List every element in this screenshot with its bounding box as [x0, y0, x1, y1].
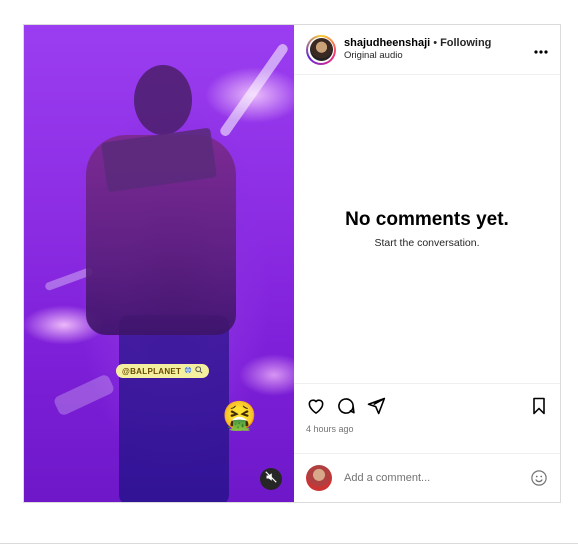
globe-icon — [184, 366, 192, 376]
share-icon[interactable] — [366, 396, 386, 416]
page-divider — [0, 543, 578, 544]
search-icon — [195, 366, 203, 376]
audio-link[interactable]: Original audio — [344, 50, 491, 62]
separator-dot: • — [433, 36, 438, 49]
volume-muted-icon — [265, 470, 277, 488]
post-dialog: @BALPLANET 🤮 shajudheenshaji • Following… — [23, 24, 561, 503]
empty-comments-subtitle: Start the conversation. — [374, 237, 480, 249]
post-actions: 4 hours ago — [294, 384, 560, 454]
more-horizontal-icon — [534, 41, 548, 58]
heart-icon[interactable] — [306, 396, 326, 416]
author-avatar[interactable] — [306, 34, 336, 65]
post-sidebar: shajudheenshaji • Following Original audio… — [294, 25, 560, 502]
light-streak — [52, 373, 116, 417]
empty-comments-title: No comments yet. — [345, 209, 509, 230]
comment-input[interactable] — [342, 471, 530, 485]
current-user-avatar — [306, 465, 332, 491]
comments-area: No comments yet. Start the conversation. — [294, 75, 560, 384]
video-figure-head — [134, 65, 192, 135]
post-timestamp[interactable]: 4 hours ago — [306, 424, 548, 434]
following-button[interactable]: Following — [440, 37, 491, 49]
emoji-icon[interactable] — [530, 469, 548, 487]
vomiting-emoji: 🤮 — [222, 400, 257, 431]
post-video[interactable]: @BALPLANET 🤮 — [24, 25, 294, 502]
more-options-button[interactable] — [534, 41, 548, 59]
post-header: shajudheenshaji • Following Original audio — [294, 25, 560, 75]
author-info: shajudheenshaji • Following Original audio — [344, 37, 491, 63]
mute-button[interactable] — [260, 468, 282, 490]
watermark-text: @BALPLANET — [122, 366, 182, 376]
author-username[interactable]: shajudheenshaji — [344, 37, 430, 49]
comment-bar — [294, 454, 560, 502]
light-streak — [218, 42, 290, 138]
bookmark-icon[interactable] — [530, 396, 548, 416]
comment-icon[interactable] — [336, 396, 356, 416]
video-figure-legs — [119, 315, 229, 502]
author-avatar-image — [309, 38, 333, 61]
video-watermark: @BALPLANET — [116, 364, 210, 378]
